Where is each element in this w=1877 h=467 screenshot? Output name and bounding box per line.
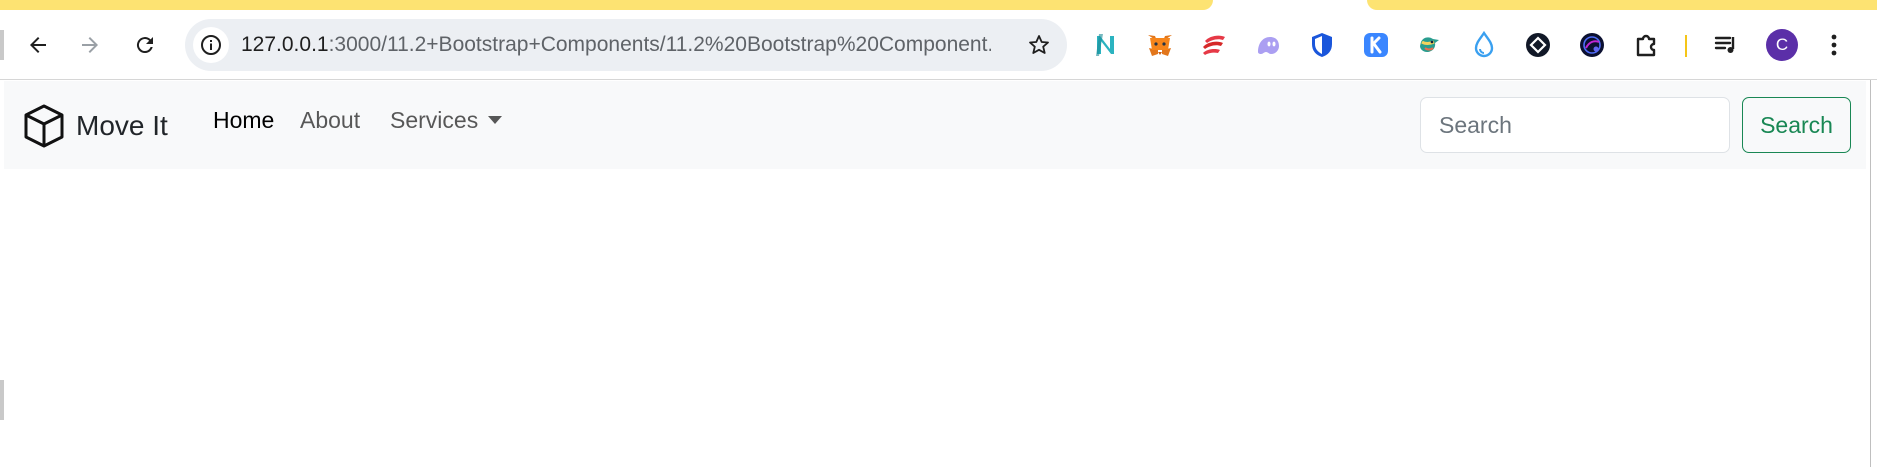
red-stack-icon[interactable] bbox=[1198, 29, 1230, 61]
nav-dropdown-services[interactable]: Services bbox=[390, 107, 503, 134]
url-text[interactable]: 127.0.0.1:3000/11.2+Bootstrap+Components… bbox=[241, 19, 991, 71]
browser-toolbar: 127.0.0.1:3000/11.2+Bootstrap+Components… bbox=[0, 10, 1877, 80]
window-edge-right bbox=[1870, 80, 1877, 467]
water-drop-icon[interactable] bbox=[1468, 29, 1500, 61]
arrow-right-icon bbox=[82, 37, 98, 53]
search-input[interactable] bbox=[1420, 97, 1730, 153]
nav-link-about[interactable]: About bbox=[300, 107, 360, 134]
reload-icon bbox=[136, 37, 153, 54]
info-icon bbox=[201, 35, 221, 55]
box-icon bbox=[24, 104, 64, 148]
brand-name: Move It bbox=[76, 110, 168, 141]
metamask-fox-icon[interactable] bbox=[1144, 29, 1176, 61]
media-queue-icon[interactable] bbox=[1710, 29, 1742, 61]
window-edge bbox=[0, 30, 4, 60]
inactive-tab[interactable] bbox=[1367, 0, 1877, 10]
puzzle-icon[interactable] bbox=[1630, 29, 1662, 61]
nav-link-home[interactable]: Home bbox=[213, 107, 274, 134]
reload-button[interactable] bbox=[125, 25, 165, 65]
colorful-bird-icon[interactable] bbox=[1414, 29, 1446, 61]
address-bar[interactable]: 127.0.0.1:3000/11.2+Bootstrap+Components… bbox=[185, 19, 1067, 71]
arrow-left-icon bbox=[30, 37, 46, 53]
purple-ghost-icon[interactable] bbox=[1252, 29, 1284, 61]
active-tab[interactable] bbox=[0, 0, 1213, 10]
tab-strip bbox=[0, 0, 1877, 10]
profile-avatar[interactable]: C bbox=[1766, 29, 1798, 61]
caret-down-icon bbox=[488, 116, 503, 125]
bookmark-button[interactable] bbox=[1025, 31, 1053, 59]
dark-globe-icon[interactable] bbox=[1576, 29, 1608, 61]
site-info-button[interactable] bbox=[193, 27, 229, 63]
toolbar-divider bbox=[1685, 35, 1687, 57]
url-path: :3000/11.2+Bootstrap+Components/11.2%20B… bbox=[328, 33, 991, 56]
kebab-menu-icon[interactable] bbox=[1818, 29, 1850, 61]
k-badge-icon[interactable] bbox=[1360, 29, 1392, 61]
search-button[interactable]: Search bbox=[1742, 97, 1851, 153]
back-button[interactable] bbox=[18, 25, 58, 65]
web-page: Move It Home About Services Search bbox=[4, 81, 1866, 467]
nav-link-services: Services bbox=[390, 107, 479, 133]
diamond-circle-icon[interactable] bbox=[1522, 29, 1554, 61]
navbar: Move It Home About Services Search bbox=[4, 81, 1866, 169]
star-icon bbox=[1029, 35, 1049, 54]
forward-button[interactable] bbox=[70, 25, 110, 65]
n-logo-icon[interactable] bbox=[1090, 29, 1122, 61]
navbar-brand[interactable]: Move It bbox=[20, 101, 168, 151]
url-host: 127.0.0.1 bbox=[241, 33, 329, 56]
blue-shield-icon[interactable] bbox=[1306, 29, 1338, 61]
browser-window: 127.0.0.1:3000/11.2+Bootstrap+Components… bbox=[0, 0, 1877, 467]
